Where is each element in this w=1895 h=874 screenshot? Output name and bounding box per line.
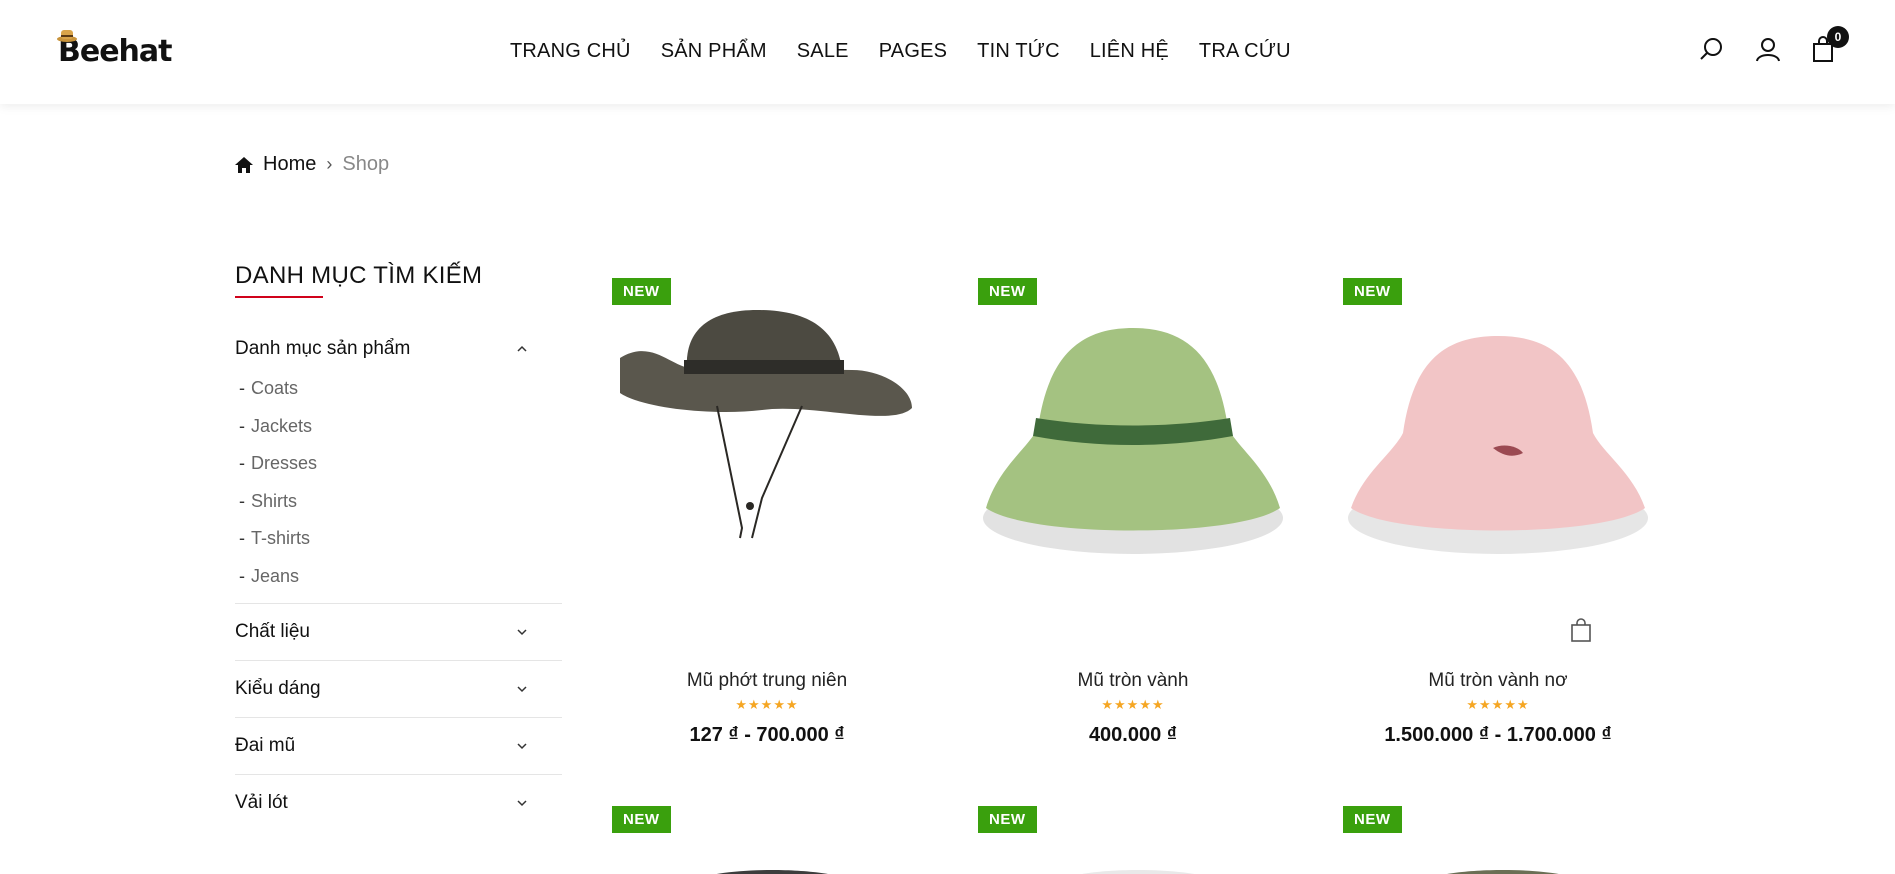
cart-count-badge: 0 (1827, 26, 1849, 48)
filter-group-chat-lieu[interactable]: Chất liệu (235, 603, 562, 660)
product-name[interactable]: Mũ tròn vành (978, 670, 1288, 692)
product-image[interactable] (978, 298, 1288, 598)
product-image[interactable] (692, 862, 852, 874)
product-price: 127 ₫ - 700.000 ₫ (689, 724, 845, 746)
breadcrumb-home[interactable]: Home (263, 153, 316, 176)
category-item-jeans[interactable]: - Jeans (235, 566, 562, 604)
filter-group-kieu-dang[interactable]: Kiểu dáng (235, 660, 562, 717)
nav-item-tra-cuu[interactable]: TRA CỨU (1199, 40, 1291, 63)
category-group-toggle[interactable]: Danh mục sản phẩm (235, 338, 562, 360)
sidebar-title: DANH MỤC TÌM KIẾM (235, 262, 483, 289)
category-group-label: Danh mục sản phẩm (235, 338, 411, 359)
category-item-dresses[interactable]: - Dresses (235, 453, 562, 491)
product-image[interactable] (612, 298, 922, 598)
new-badge: NEW (612, 806, 671, 833)
filter-group-label: Kiểu dáng (235, 678, 321, 699)
category-item-jackets[interactable]: - Jackets (235, 416, 562, 454)
product-image[interactable] (1343, 298, 1653, 598)
filter-sidebar: DANH MỤC TÌM KIẾM Danh mục sản phẩm - Coa… (235, 262, 562, 831)
nav-item-trang-chu[interactable]: TRANG CHỦ (510, 40, 631, 63)
filter-group-label: Vải lót (235, 792, 288, 813)
filter-group-vai-lot[interactable]: Vải lót (235, 774, 562, 831)
product-price: 1.500.000 ₫ - 1.700.000 ₫ (1384, 724, 1612, 746)
category-item-coats[interactable]: - Coats (235, 378, 562, 416)
nav-item-san-pham[interactable]: SẢN PHẨM (661, 40, 767, 63)
category-item-shirts[interactable]: - Shirts (235, 491, 562, 529)
logo[interactable]: Beehat (57, 30, 173, 74)
product-name[interactable]: Mũ tròn vành nơ (1343, 670, 1653, 692)
filter-group-label: Đai mũ (235, 735, 296, 756)
product-image[interactable] (1423, 862, 1583, 874)
home-icon (235, 156, 253, 173)
header-icons: 0 (1699, 26, 1849, 62)
nav-item-pages[interactable]: PAGES (879, 40, 947, 63)
add-to-cart-icon[interactable] (1570, 618, 1592, 642)
product-name[interactable]: Mũ phớt trung niên (612, 670, 922, 692)
new-badge: NEW (1343, 806, 1402, 833)
rating-stars: ★★★★★ (1101, 697, 1165, 712)
breadcrumb: Home › Shop (235, 153, 389, 176)
site-header: Beehat TRANG CHỦ SẢN PHẨM SALE PAGES TIN… (0, 0, 1895, 104)
nav-item-lien-he[interactable]: LIÊN HỆ (1090, 40, 1169, 63)
filter-group-dai-mu[interactable]: Đai mũ (235, 717, 562, 774)
filter-group-label: Chất liệu (235, 621, 310, 642)
hat-icon (57, 30, 77, 42)
product-price: 400.000 ₫ (1088, 724, 1178, 746)
product-image[interactable] (1058, 862, 1218, 874)
new-badge: NEW (978, 806, 1037, 833)
category-list: - Coats - Jackets - Dresses - Shirts - T-shir… (235, 378, 562, 603)
nav-item-tin-tuc[interactable]: TIN TỨC (977, 40, 1060, 63)
rating-stars: ★★★★★ (735, 697, 799, 712)
rating-stars: ★★★★★ (1466, 697, 1530, 712)
chevron-down-icon (517, 686, 527, 693)
user-icon[interactable] (1755, 36, 1781, 62)
category-item-t-shirts[interactable]: - T-shirts (235, 528, 562, 566)
chevron-down-icon (517, 743, 527, 750)
nav-item-sale[interactable]: SALE (797, 40, 849, 63)
chevron-up-icon (517, 345, 527, 352)
breadcrumb-current: Shop (342, 153, 390, 175)
chevron-down-icon (517, 629, 527, 636)
title-underline (235, 296, 323, 298)
chevron-right-icon: › (326, 154, 333, 174)
search-icon[interactable] (1699, 36, 1725, 62)
main-nav: TRANG CHỦ SẢN PHẨM SALE PAGES TIN TỨC LI… (510, 40, 1291, 63)
chevron-down-icon (517, 800, 527, 807)
shopping-bag-icon[interactable]: 0 (1811, 26, 1849, 62)
